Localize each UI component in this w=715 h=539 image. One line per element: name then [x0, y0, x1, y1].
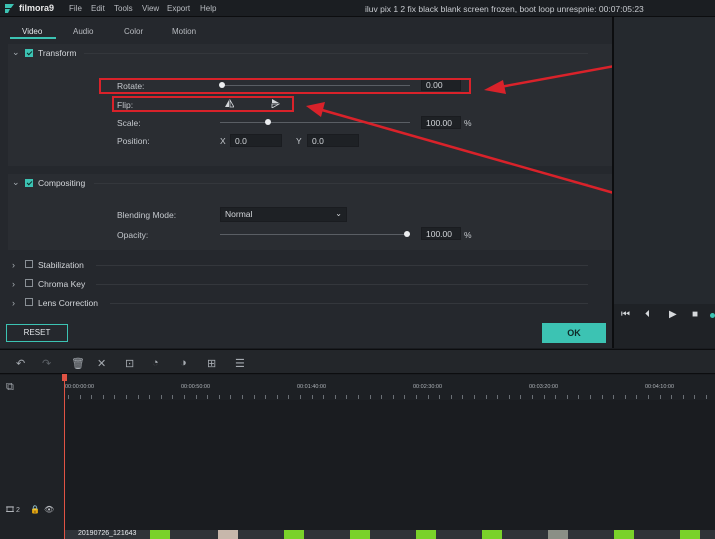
ruler-tick [590, 395, 591, 399]
lock-icon[interactable]: 🔒 [30, 505, 40, 514]
color-icon[interactable]: ◑ [180, 357, 187, 369]
ruler-tick [161, 395, 162, 399]
ruler-tick [578, 395, 579, 399]
ruler-tick [138, 395, 139, 399]
ruler-tick [706, 395, 707, 399]
cut-icon[interactable]: ✕ [97, 357, 106, 370]
ruler-tick [404, 395, 405, 399]
ruler-tick [103, 395, 104, 399]
clip-name: 20190726_121643 [78, 530, 137, 537]
add-track-icon[interactable]: ⧉ [6, 381, 14, 394]
clip-frame-thumbnail [416, 530, 436, 539]
ruler-tick [416, 395, 417, 399]
ruler-tick [126, 395, 127, 399]
eye-icon[interactable]: 👁 [44, 505, 54, 514]
ruler-tick [207, 395, 208, 399]
ruler-tick [277, 395, 278, 399]
ruler-tick [230, 395, 231, 399]
ruler-tick [323, 395, 324, 399]
ruler-tick [358, 395, 359, 399]
ruler-tick [312, 395, 313, 399]
ruler-tick [114, 395, 115, 399]
ruler-tick [172, 395, 173, 399]
timeline-tracks[interactable] [64, 400, 715, 539]
video-track-icon: 🎞 [5, 505, 16, 514]
ruler-tick [567, 395, 568, 399]
clip-frame-thumbnail [150, 530, 170, 539]
ruler-tick [509, 395, 510, 399]
ruler-tick [439, 395, 440, 399]
ruler-tick [428, 395, 429, 399]
crop-icon[interactable]: ⊡ [125, 357, 134, 370]
ruler-tick [602, 395, 603, 399]
ruler-tick [648, 395, 649, 399]
ruler-tick [68, 395, 69, 399]
audio-mixer-icon[interactable]: ☰ [235, 357, 245, 370]
ruler-tick [196, 395, 197, 399]
ruler-label: 00:00:00:00 [65, 384, 95, 390]
ruler-label: 00:04:10:00 [645, 384, 675, 390]
ruler-label: 00:02:30:00 [413, 384, 443, 390]
clip-frame-thumbnail [548, 530, 568, 539]
clip-frame-thumbnail [218, 530, 238, 539]
playhead[interactable] [64, 374, 65, 539]
redo-icon[interactable]: ↷ [42, 357, 51, 370]
ruler-tick [242, 395, 243, 399]
ruler-tick [288, 395, 289, 399]
speed-icon[interactable]: ◔ [152, 357, 159, 369]
clip-frame-thumbnail [680, 530, 700, 539]
clip-frame-thumbnail [350, 530, 370, 539]
track-header-column [0, 375, 64, 539]
ruler-tick [694, 395, 695, 399]
ruler-tick [660, 395, 661, 399]
ruler-tick [474, 395, 475, 399]
ruler-tick [219, 395, 220, 399]
previous-frame-icon[interactable]: ⏮ [621, 309, 630, 320]
playhead-handle[interactable] [62, 374, 67, 381]
ruler-tick [370, 395, 371, 399]
ruler-tick [613, 395, 614, 399]
ruler-tick [393, 395, 394, 399]
undo-icon[interactable]: ↶ [16, 357, 25, 370]
ruler-tick [265, 395, 266, 399]
ruler-tick [149, 395, 150, 399]
ruler-tick [555, 395, 556, 399]
step-back-icon[interactable]: ⏴ [645, 309, 650, 320]
ruler-tick [254, 395, 255, 399]
ruler-tick [497, 395, 498, 399]
clip-frame-thumbnail [482, 530, 502, 539]
ruler-tick [462, 395, 463, 399]
ruler-tick [335, 395, 336, 399]
ruler-tick [346, 395, 347, 399]
split-screen-icon[interactable]: ⊞ [207, 357, 216, 370]
ruler-tick [381, 395, 382, 399]
ruler-label: 00:00:50:00 [181, 384, 211, 390]
ruler-tick [532, 395, 533, 399]
delete-icon[interactable]: 🗑 [71, 357, 85, 370]
ruler-tick [184, 395, 185, 399]
clip-frame-thumbnail [284, 530, 304, 539]
ruler-label: 00:01:40:00 [297, 384, 327, 390]
ruler-tick [683, 395, 684, 399]
ruler-label: 00:03:20:00 [529, 384, 559, 390]
volume-indicator[interactable] [710, 313, 715, 318]
ruler-tick [300, 395, 301, 399]
ruler-tick [520, 395, 521, 399]
ruler-tick [544, 395, 545, 399]
timeline-toolbar [0, 349, 715, 374]
stop-icon[interactable]: ■ [692, 309, 698, 320]
ruler-tick [91, 395, 92, 399]
clip-frame-thumbnail [614, 530, 634, 539]
track-number: 2 [16, 507, 20, 514]
ruler-tick [486, 395, 487, 399]
ruler-tick [671, 395, 672, 399]
preview-screen [614, 17, 715, 304]
ruler-tick [451, 395, 452, 399]
ruler-tick [80, 395, 81, 399]
play-icon[interactable]: ▶ [669, 309, 677, 320]
ruler-tick [625, 395, 626, 399]
ruler-tick [636, 395, 637, 399]
